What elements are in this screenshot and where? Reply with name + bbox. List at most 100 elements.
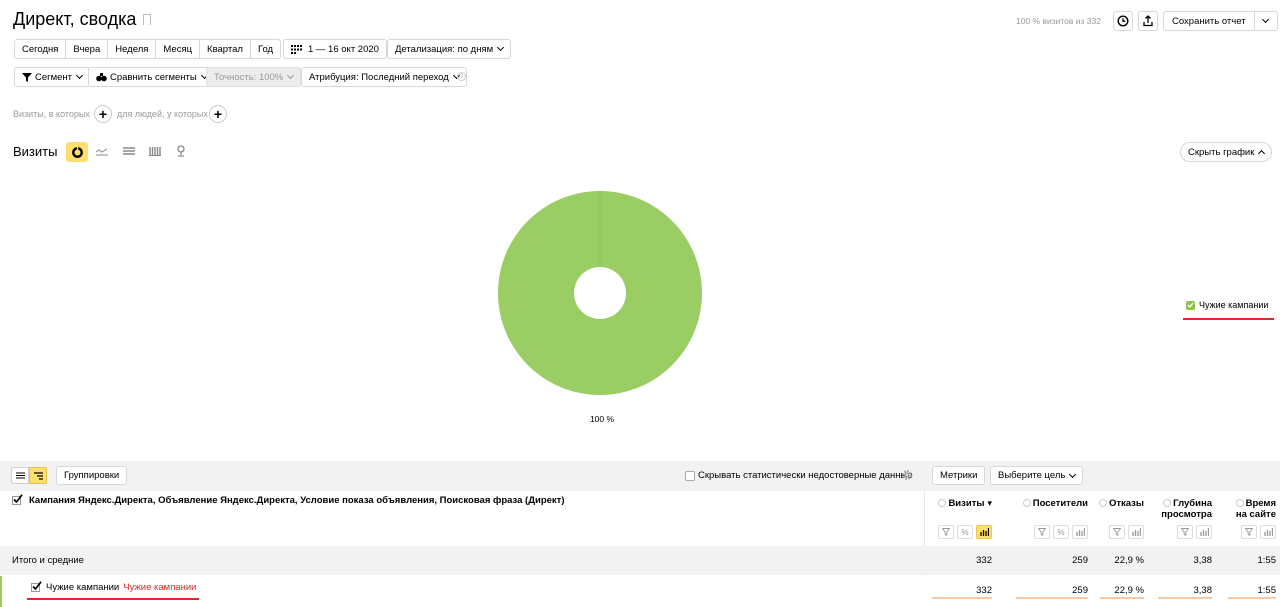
list-view-toggle[interactable] xyxy=(11,467,29,484)
column-filter-button[interactable] xyxy=(1034,525,1050,539)
column-percent-button[interactable]: % xyxy=(1053,525,1069,539)
period-button[interactable]: Вчера xyxy=(65,39,109,59)
history-button[interactable] xyxy=(1113,11,1133,31)
check-icon xyxy=(12,494,23,505)
metric-cell: 332 xyxy=(976,555,992,566)
period-button[interactable]: Квартал xyxy=(199,39,251,59)
date-range-button[interactable]: 1 — 16 окт 2020 xyxy=(283,39,387,59)
hide-chart-button[interactable]: Скрыть график xyxy=(1180,142,1273,162)
column-header-label: Отказы xyxy=(1108,498,1144,509)
bar-chart-icon xyxy=(1263,528,1273,536)
help-icon[interactable]: ? xyxy=(457,72,466,81)
table-row[interactable]: Чужие кампании Чужие кампании 332 259 22,9… xyxy=(0,576,1280,607)
column-header[interactable]: Визиты ▾ xyxy=(924,497,992,509)
groupings-button[interactable]: Группировки xyxy=(56,466,128,485)
column-header[interactable]: Посетители xyxy=(1008,497,1088,509)
column-header-label: Визиты xyxy=(948,498,985,509)
metric-cell: 259 xyxy=(1072,585,1088,596)
help-icon[interactable] xyxy=(1163,499,1172,507)
column-header[interactable]: Время на сайте xyxy=(1220,497,1276,520)
hide-unreliable-checkbox[interactable] xyxy=(685,470,695,481)
period-button-label: Неделя xyxy=(115,43,149,55)
save-report-dropdown[interactable] xyxy=(1253,11,1278,31)
plus-icon: + xyxy=(98,106,108,122)
bar-chart-toggle[interactable] xyxy=(149,146,161,159)
column-bars-button[interactable] xyxy=(1128,525,1144,539)
column-bars-button[interactable] xyxy=(1072,525,1088,539)
metric-cell: 22,9 % xyxy=(1114,555,1144,566)
accuracy-dropdown: Точность: 100% xyxy=(206,67,302,87)
choose-goal-dropdown[interactable]: Выберите цель xyxy=(990,466,1084,485)
row-link[interactable]: Чужие кампании xyxy=(123,582,196,593)
bookmark-icon[interactable] xyxy=(143,14,152,25)
column-header-label: Глубина xyxy=(1173,498,1212,509)
help-icon[interactable] xyxy=(1235,499,1244,507)
bar-chart-icon xyxy=(1075,528,1085,536)
bar-chart-icon xyxy=(1199,528,1209,536)
save-report-button[interactable]: Сохранить отчет xyxy=(1163,11,1255,31)
area-chart-toggle[interactable] xyxy=(123,146,135,159)
metric-bar xyxy=(1100,597,1144,599)
column-bars-button[interactable] xyxy=(976,525,992,539)
metric-headers: Визиты ▾% Посетители% Отказы Глубина просмотр… xyxy=(924,491,1280,545)
hide-chart-label: Скрыть график xyxy=(1188,146,1255,158)
funnel-icon xyxy=(1113,528,1121,536)
export-button[interactable] xyxy=(1138,11,1158,31)
column-header[interactable]: Глубина просмотра xyxy=(1150,497,1212,520)
detail-dropdown[interactable]: Детализация: по дням xyxy=(387,39,512,59)
legend-label: Чужие кампании xyxy=(1199,300,1269,310)
pie-chart-icon xyxy=(71,146,83,158)
metric-cell: 3,38 xyxy=(1193,585,1213,596)
column-percent-button[interactable]: % xyxy=(957,525,973,539)
period-button[interactable]: Год xyxy=(249,39,282,59)
period-button[interactable]: Сегодня xyxy=(14,39,67,59)
date-range-label: 1 — 16 окт 2020 xyxy=(308,43,379,55)
metric-bar xyxy=(1016,597,1088,599)
column-filter-button[interactable] xyxy=(1177,525,1193,539)
tree-view-toggle[interactable] xyxy=(29,467,47,484)
plus-icon: + xyxy=(213,106,223,122)
help-icon[interactable] xyxy=(1022,499,1031,507)
column-header-label: Время xyxy=(1245,498,1276,509)
dimension-header-checkbox[interactable] xyxy=(12,494,23,505)
table-settings-button[interactable] xyxy=(901,469,913,484)
segment-button[interactable]: Сегмент xyxy=(14,67,91,87)
legend-checkbox[interactable] xyxy=(1186,300,1195,310)
column-filter-button[interactable] xyxy=(1109,525,1125,539)
add-people-condition-button[interactable]: + xyxy=(209,105,227,123)
column-bars-button[interactable] xyxy=(1260,525,1276,539)
highlight-underline xyxy=(27,598,199,600)
row-checkbox[interactable] xyxy=(31,581,42,592)
bar-chart-icon xyxy=(1131,528,1141,536)
map-toggle[interactable] xyxy=(176,145,186,160)
pie-chart-toggle[interactable] xyxy=(66,142,88,162)
period-button[interactable]: Неделя xyxy=(107,39,157,59)
map-pin-icon xyxy=(177,145,185,157)
column-bars-button[interactable] xyxy=(1196,525,1212,539)
column-filter-button[interactable] xyxy=(1241,525,1257,539)
column-header-label: Посетители xyxy=(1032,498,1088,509)
period-button[interactable]: Месяц xyxy=(155,39,201,59)
row-color-marker xyxy=(0,576,2,607)
legend-item[interactable]: Чужие кампании xyxy=(1186,300,1268,310)
funnel-icon xyxy=(1245,528,1253,536)
highlight-underline xyxy=(1183,318,1274,320)
pie-chart: 100 % xyxy=(498,191,702,424)
metrics-label: Метрики xyxy=(940,470,978,481)
dimension-header: Кампания Яндекс.Директа, Объявление Янде… xyxy=(12,494,565,506)
help-icon[interactable] xyxy=(938,499,947,507)
line-chart-toggle[interactable] xyxy=(95,146,108,159)
chevron-down-icon xyxy=(287,71,295,80)
visits-share-text: 100 % визитов из 332 xyxy=(1016,16,1101,26)
attribution-dropdown[interactable]: Атрибуция: Последний переход xyxy=(301,67,467,87)
period-selector: Сегодня Вчера Неделя Месяц Квартал Год xyxy=(14,39,282,59)
column-header[interactable]: Отказы xyxy=(1092,497,1144,509)
column-filter-button[interactable] xyxy=(938,525,954,539)
compare-segments-button[interactable]: Сравнить сегменты xyxy=(88,67,215,87)
metric-cell: 1:55 xyxy=(1257,555,1277,566)
add-visit-condition-button[interactable]: + xyxy=(94,105,112,123)
metrics-button[interactable]: Метрики xyxy=(932,466,986,485)
help-icon[interactable] xyxy=(1098,499,1107,507)
funnel-icon xyxy=(22,72,32,82)
bar-chart-icon xyxy=(149,147,161,156)
